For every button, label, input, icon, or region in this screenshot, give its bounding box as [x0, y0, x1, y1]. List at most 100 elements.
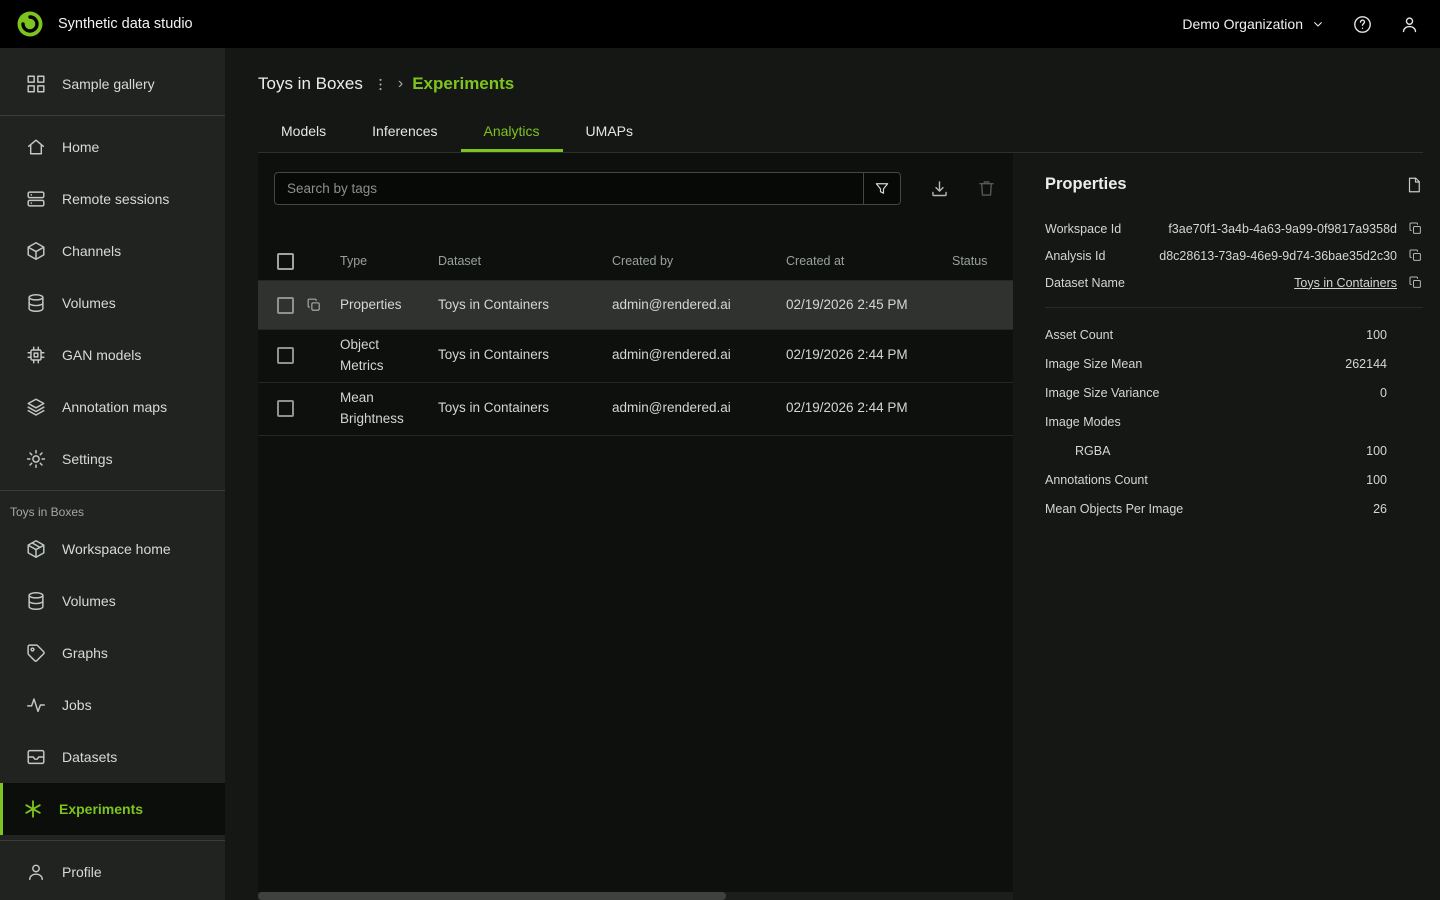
sidebar: Sample gallery Home Remote sessions Chan…	[0, 48, 225, 900]
tab-analytics[interactable]: Analytics	[461, 112, 563, 152]
main-content: Toys in Boxes › Experiments Models Infer…	[225, 48, 1440, 900]
breadcrumb-workspace[interactable]: Toys in Boxes	[258, 74, 363, 94]
breadcrumb-separator: ›	[398, 75, 403, 93]
filter-button[interactable]	[863, 173, 900, 204]
dataset-name-row: Dataset Name Toys in Containers	[1045, 275, 1423, 290]
workspace-section-label: Toys in Boxes	[0, 496, 225, 523]
stat-value: 0	[1380, 386, 1387, 400]
tab-umaps[interactable]: UMAPs	[563, 112, 656, 152]
sidebar-item-label: Remote sessions	[62, 191, 169, 207]
table-row[interactable]: Object Metrics Toys in Containers admin@…	[258, 330, 1013, 383]
sidebar-item-settings[interactable]: Settings	[0, 433, 225, 485]
server-icon	[25, 188, 47, 210]
copy-icon	[1408, 248, 1423, 263]
row-checkbox[interactable]	[277, 297, 294, 314]
activity-icon	[25, 694, 47, 716]
stat-row: Image Size Mean 262144	[1045, 357, 1423, 371]
stat-label: Asset Count	[1045, 328, 1113, 342]
stat-label: Image Size Variance	[1045, 386, 1159, 400]
copy-workspace-id-button[interactable]	[1408, 221, 1423, 236]
table-row[interactable]: Mean Brightness Toys in Containers admin…	[258, 383, 1013, 436]
stat-row: Mean Objects Per Image 26	[1045, 502, 1423, 516]
sidebar-item-ws-volumes[interactable]: Volumes	[0, 575, 225, 627]
sidebar-item-experiments[interactable]: Experiments	[0, 783, 225, 835]
table-header-row: Type Dataset Created by Created at Statu…	[258, 243, 1013, 281]
cube-icon	[25, 240, 47, 262]
download-button[interactable]	[929, 178, 950, 199]
column-header-dataset: Dataset	[432, 247, 606, 276]
analysis-id-label: Analysis Id	[1045, 249, 1105, 263]
sidebar-divider	[0, 490, 225, 491]
select-all-checkbox[interactable]	[277, 253, 294, 270]
person-icon	[1399, 14, 1420, 35]
tab-inferences[interactable]: Inferences	[349, 112, 460, 152]
copy-analysis-id-button[interactable]	[1408, 248, 1423, 263]
copy-dataset-name-button[interactable]	[1408, 275, 1423, 290]
sidebar-item-channels[interactable]: Channels	[0, 225, 225, 277]
cell-created-by: admin@rendered.ai	[606, 340, 780, 371]
sidebar-item-annotation-maps[interactable]: Annotation maps	[0, 381, 225, 433]
row-checkbox[interactable]	[277, 347, 294, 364]
database-icon	[25, 590, 47, 612]
kebab-menu-icon[interactable]	[372, 76, 389, 93]
asterisk-icon	[22, 798, 44, 820]
document-button[interactable]	[1405, 176, 1423, 194]
workspace-id-label: Workspace Id	[1045, 222, 1121, 236]
tag-icon	[25, 642, 47, 664]
package-icon	[25, 538, 47, 560]
stat-label: Image Size Mean	[1045, 357, 1142, 371]
copy-icon[interactable]	[306, 297, 334, 313]
stat-value: 100	[1366, 444, 1387, 458]
breadcrumb-current: Experiments	[412, 74, 514, 94]
sidebar-item-workspace-home[interactable]: Workspace home	[0, 523, 225, 575]
table-row[interactable]: Properties Toys in Containers admin@rend…	[258, 281, 1013, 330]
chip-icon	[25, 344, 47, 366]
dataset-name-link[interactable]: Toys in Containers	[1294, 276, 1397, 290]
cell-status	[946, 351, 1013, 361]
sidebar-item-home[interactable]: Home	[0, 121, 225, 173]
sidebar-item-volumes[interactable]: Volumes	[0, 277, 225, 329]
cell-created-at: 02/19/2026 2:45 PM	[780, 290, 946, 321]
help-button[interactable]	[1352, 14, 1373, 35]
row-checkbox[interactable]	[277, 400, 294, 417]
stat-label: Mean Objects Per Image	[1045, 502, 1183, 516]
archive-icon	[25, 746, 47, 768]
sidebar-item-label: Graphs	[62, 645, 108, 661]
app-logo-icon[interactable]	[16, 10, 44, 38]
sidebar-item-jobs[interactable]: Jobs	[0, 679, 225, 731]
sidebar-item-gan-models[interactable]: GAN models	[0, 329, 225, 381]
search-input[interactable]	[275, 173, 863, 204]
cell-status	[946, 404, 1013, 414]
sidebar-item-sample-gallery[interactable]: Sample gallery	[0, 58, 225, 110]
sidebar-item-datasets[interactable]: Datasets	[0, 731, 225, 783]
sidebar-item-label: Experiments	[59, 801, 143, 817]
filter-icon	[873, 180, 891, 198]
sidebar-item-label: Datasets	[62, 749, 117, 765]
sidebar-item-graphs[interactable]: Graphs	[0, 627, 225, 679]
stat-label: Annotations Count	[1045, 473, 1148, 487]
column-header-created-at: Created at	[780, 247, 946, 276]
cell-created-at: 02/19/2026 2:44 PM	[780, 393, 946, 424]
stat-label: Image Modes	[1045, 415, 1121, 429]
cell-type: Mean Brightness	[334, 383, 432, 435]
sidebar-item-remote-sessions[interactable]: Remote sessions	[0, 173, 225, 225]
sidebar-item-label: GAN models	[62, 347, 141, 363]
account-button[interactable]	[1399, 14, 1420, 35]
stat-label: RGBA	[1045, 444, 1110, 458]
download-icon	[929, 178, 950, 199]
org-selector[interactable]: Demo Organization	[1182, 16, 1326, 32]
tab-bar: Models Inferences Analytics UMAPs	[225, 112, 1440, 152]
tab-models[interactable]: Models	[258, 112, 349, 152]
cell-created-at: 02/19/2026 2:44 PM	[780, 340, 946, 371]
horizontal-scrollbar	[258, 892, 1013, 900]
cell-dataset: Toys in Containers	[432, 393, 606, 424]
cell-created-by: admin@rendered.ai	[606, 290, 780, 321]
cell-status	[946, 300, 1013, 310]
stat-value: 26	[1373, 502, 1387, 516]
cell-type: Object Metrics	[334, 330, 432, 382]
scrollbar-thumb[interactable]	[258, 892, 726, 900]
sidebar-item-label: Workspace home	[62, 541, 171, 557]
sidebar-item-label: Home	[62, 139, 99, 155]
sidebar-item-profile[interactable]: Profile	[0, 846, 225, 898]
delete-button[interactable]	[976, 178, 997, 199]
